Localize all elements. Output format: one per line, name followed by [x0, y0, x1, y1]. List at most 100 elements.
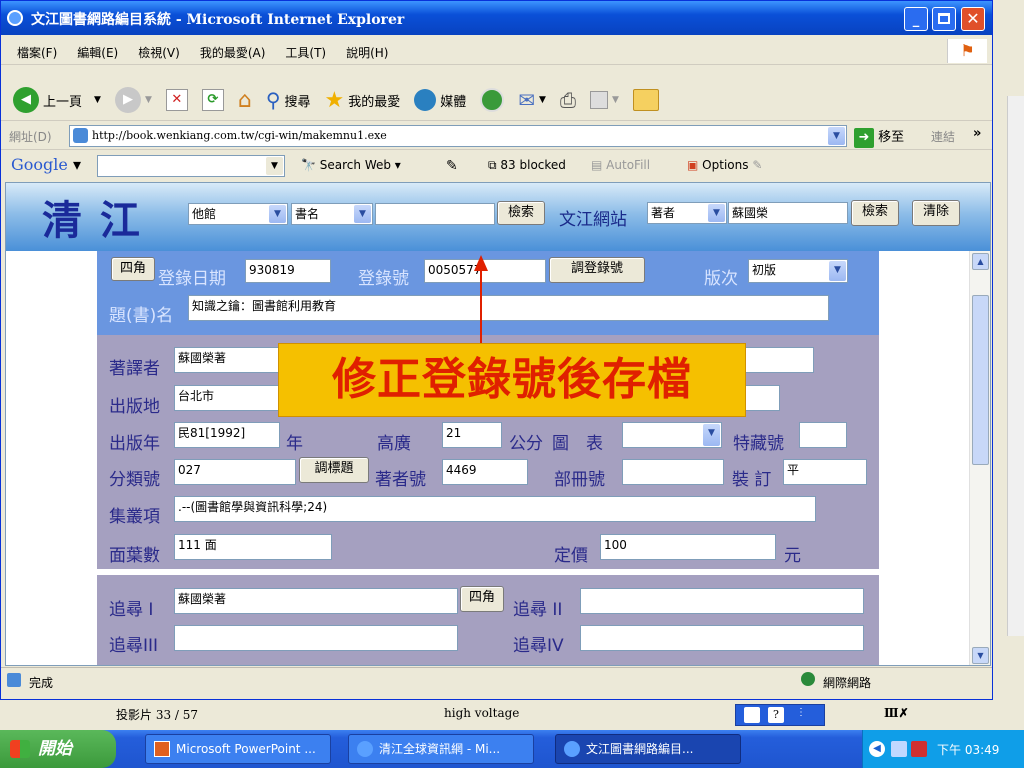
chevron-down-icon[interactable]: ▼: [828, 127, 845, 145]
options-button[interactable]: ▣ Options ✎: [687, 158, 762, 172]
address-input[interactable]: http://book.wenkiang.com.tw/cgi-win/make…: [69, 125, 847, 147]
minimize-button[interactable]: _: [904, 7, 928, 31]
trace2-input[interactable]: [580, 588, 864, 614]
site-label: 文江網站: [559, 210, 627, 230]
ie-icon: [564, 741, 580, 757]
reg-date-input[interactable]: 930819: [245, 259, 331, 283]
trace4-input[interactable]: [580, 625, 864, 651]
blocked-label: 83 blocked: [500, 158, 566, 172]
menu-favorites[interactable]: 我的最愛(A): [200, 46, 266, 60]
edition-select[interactable]: 初版 ▼: [748, 259, 848, 283]
clock[interactable]: 下午 03:49: [937, 741, 999, 758]
adjust-reg-no-button[interactable]: 調登錄號: [549, 257, 645, 283]
google-logo[interactable]: Google ▾: [11, 155, 81, 174]
field-select[interactable]: 書名 ▼: [291, 203, 373, 225]
author-no-input[interactable]: 4469: [442, 459, 528, 485]
site-search-button[interactable]: 檢索: [851, 200, 899, 226]
scroll-thumb[interactable]: [972, 295, 989, 465]
page-scrollbar[interactable]: ▲ ▼: [969, 251, 990, 665]
keyword-input[interactable]: [375, 203, 495, 225]
autofill-icon: ▤: [591, 158, 603, 172]
print-button[interactable]: ⎙: [560, 88, 576, 112]
pencil-icon: ✎: [752, 158, 763, 172]
windows-logo-icon: [10, 740, 30, 758]
media-button[interactable]: 媒體: [414, 89, 466, 111]
media-icon: [414, 89, 437, 111]
start-button[interactable]: 開始: [0, 730, 116, 768]
pages-input[interactable]: 111 面: [174, 534, 332, 560]
ime-menu-icon: ⋮: [796, 707, 806, 718]
back-button[interactable]: ◀ 上一頁 ▼: [13, 87, 101, 113]
binding-input[interactable]: 平: [783, 459, 867, 485]
clear-button[interactable]: 清除: [912, 200, 960, 226]
four-corner-button-2[interactable]: 四角: [460, 586, 504, 612]
taskbar-item-catalog[interactable]: 文江圖書網路編目...: [555, 734, 741, 764]
taskbar-item-powerpoint[interactable]: Microsoft PowerPoint ...: [145, 734, 331, 764]
menu-tools[interactable]: 工具(T): [285, 46, 326, 60]
stop-button[interactable]: ✕: [165, 89, 188, 111]
window-title: 文江圖書網路編目系統 - Microsoft Internet Explorer: [31, 12, 405, 28]
trace1-input[interactable]: 蘇國榮著: [174, 588, 458, 614]
background-scrollbar[interactable]: [1007, 96, 1024, 636]
place-label: 出版地: [109, 397, 160, 417]
scroll-up-icon[interactable]: ▲: [972, 253, 989, 270]
forward-button[interactable]: ▶ ▼: [114, 87, 152, 113]
mail-button[interactable]: ✉ ▼: [518, 88, 546, 112]
maximize-button[interactable]: [932, 7, 956, 31]
messenger-button[interactable]: [632, 89, 659, 111]
chevron-down-icon[interactable]: ▼: [266, 157, 283, 175]
chevron-down-icon: ▼: [829, 261, 846, 281]
class-no-input[interactable]: 027: [174, 459, 296, 485]
price-input[interactable]: 100: [600, 534, 776, 560]
annotation-text: 修正登錄號後存檔: [332, 354, 692, 405]
volume-input[interactable]: [622, 459, 724, 485]
menu-file[interactable]: 檔案(F): [17, 46, 57, 60]
home-button[interactable]: ⌂: [238, 88, 252, 113]
menu-bar: 檔案(F) 編輯(E) 檢視(V) 我的最愛(A) 工具(T) 說明(H): [1, 35, 992, 65]
menu-help[interactable]: 說明(H): [346, 46, 388, 60]
year-label: 出版年: [109, 434, 160, 454]
special-input[interactable]: [799, 422, 847, 448]
site-field-select[interactable]: 著者 ▼: [647, 202, 727, 224]
search-banner: 清 江 他館 ▼ 書名 ▼ 檢索 文江網站 著者 ▼ 蘇國榮 檢索 清除: [6, 183, 990, 251]
ime-toolbar[interactable]: ? ⋮: [735, 704, 825, 726]
news-icon[interactable]: ✎: [446, 158, 458, 174]
series-input[interactable]: .--(圖書館學與資訊科學;24): [174, 496, 816, 522]
edit-button[interactable]: ▼: [589, 91, 619, 109]
search-button[interactable]: ⚲ 搜尋: [266, 88, 311, 112]
scroll-down-icon[interactable]: ▼: [972, 647, 989, 664]
search-submit-button[interactable]: 檢索: [497, 201, 545, 225]
tray-expand-icon[interactable]: ◀: [869, 741, 885, 757]
menu-edit[interactable]: 編輯(E): [77, 46, 118, 60]
links-button[interactable]: 連結: [931, 128, 955, 145]
close-button[interactable]: ✕: [961, 7, 985, 31]
taskbar-item-browser[interactable]: 清江全球資訊網 - Mi...: [348, 734, 534, 764]
popup-blocker-button[interactable]: ⧉ 83 blocked: [488, 158, 566, 173]
chevron-right-icon[interactable]: »: [973, 126, 981, 141]
slide-counter: 投影片 33 / 57: [116, 708, 199, 722]
height-label: 高廣: [377, 434, 411, 454]
history-button[interactable]: [480, 88, 505, 112]
search-web-button[interactable]: 🔭 Search Web ▾: [301, 158, 401, 172]
trace3-input[interactable]: [174, 625, 458, 651]
google-search-input[interactable]: ▼: [97, 155, 285, 177]
favorites-button[interactable]: ★ 我的最愛: [325, 88, 401, 113]
pages-label: 面葉數: [109, 546, 160, 566]
google-toolbar: Google ▾ ▼ 🔭 Search Web ▾ ✎ ⧉ 83 blocked…: [1, 151, 992, 181]
network-icon[interactable]: [891, 741, 907, 757]
height-input[interactable]: 21: [442, 422, 502, 448]
site-keyword-input[interactable]: 蘇國榮: [728, 202, 848, 224]
security-icon[interactable]: [911, 741, 927, 757]
title-bar[interactable]: 文江圖書網路編目系統 - Microsoft Internet Explorer…: [1, 1, 992, 35]
menu-view[interactable]: 檢視(V): [138, 46, 180, 60]
annotation-callout: 修正登錄號後存檔: [278, 343, 746, 417]
adjust-title-button[interactable]: 調標題: [299, 457, 369, 483]
go-button[interactable]: ➜ 移至: [854, 126, 904, 148]
library-select[interactable]: 他館 ▼: [188, 203, 288, 225]
title-input[interactable]: 知識之鑰：圖書館利用教育: [188, 295, 829, 321]
four-corner-button[interactable]: 四角: [111, 257, 155, 281]
year-input[interactable]: 民81[1992]: [174, 422, 280, 448]
autofill-button[interactable]: ▤ AutoFill: [591, 158, 650, 172]
refresh-button[interactable]: ⟳: [201, 89, 224, 111]
illustration-select[interactable]: ▼: [622, 422, 722, 448]
